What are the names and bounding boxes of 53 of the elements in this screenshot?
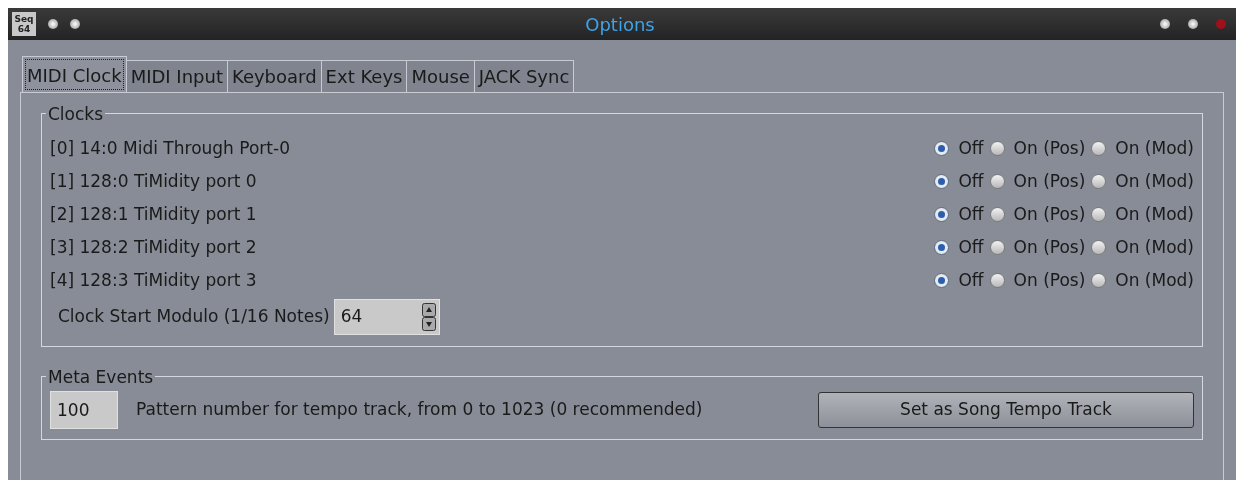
tab[interactable]: Keyboard bbox=[227, 60, 322, 93]
window-button[interactable] bbox=[70, 19, 80, 29]
tab[interactable]: MIDI Clock bbox=[22, 56, 127, 93]
radio-button[interactable] bbox=[1091, 141, 1107, 156]
port-name: [4] 128:3 TiMidity port 3 bbox=[50, 268, 258, 292]
window-button[interactable] bbox=[1160, 19, 1170, 29]
spin-arrows-icon[interactable] bbox=[421, 303, 436, 331]
window-button[interactable] bbox=[48, 19, 58, 29]
radio-label[interactable]: Off bbox=[958, 135, 984, 162]
radio-label[interactable]: On (Pos) bbox=[1013, 267, 1086, 294]
radio-button[interactable] bbox=[1091, 207, 1107, 222]
radio-button[interactable] bbox=[1091, 240, 1107, 255]
radio-button[interactable] bbox=[989, 207, 1005, 222]
radio-button[interactable] bbox=[934, 273, 950, 288]
radio-label[interactable]: Off bbox=[958, 168, 984, 195]
window-button[interactable] bbox=[1188, 19, 1198, 29]
radio-label[interactable]: On (Pos) bbox=[1013, 201, 1086, 228]
radio-label[interactable]: On (Pos) bbox=[1013, 234, 1086, 261]
spin-box[interactable]: 64 bbox=[333, 299, 440, 335]
window-title: Options bbox=[584, 12, 656, 37]
radio-button[interactable] bbox=[1091, 174, 1107, 189]
field-label: Clock Start Modulo (1/16 Notes) bbox=[58, 305, 330, 329]
radio-label[interactable]: On (Mod) bbox=[1115, 135, 1194, 162]
port-name: [1] 128:0 TiMidity port 0 bbox=[50, 169, 258, 193]
radio-label[interactable]: On (Mod) bbox=[1115, 201, 1194, 228]
close-button[interactable] bbox=[1216, 19, 1226, 29]
radio-button[interactable] bbox=[989, 174, 1005, 189]
port-name: [3] 128:2 TiMidity port 2 bbox=[50, 235, 258, 259]
radio-button[interactable] bbox=[989, 141, 1005, 156]
radio-label[interactable]: On (Pos) bbox=[1013, 135, 1086, 162]
app-icon: Seq 64 bbox=[12, 12, 36, 36]
radio-label[interactable]: Off bbox=[958, 267, 984, 294]
radio-button[interactable] bbox=[934, 174, 950, 189]
tab[interactable]: Mouse bbox=[406, 60, 475, 93]
set-tempo-button[interactable]: Set as Song Tempo Track bbox=[818, 392, 1194, 428]
radio-button[interactable] bbox=[1091, 273, 1107, 288]
radio-label[interactable]: Off bbox=[958, 201, 984, 228]
radio-label[interactable]: On (Pos) bbox=[1013, 168, 1086, 195]
field-description: Pattern number for tempo track, from 0 to 1023 (0 recommended) bbox=[136, 398, 703, 422]
tab[interactable]: JACK Sync bbox=[473, 60, 575, 93]
radio-button[interactable] bbox=[989, 240, 1005, 255]
radio-button[interactable] bbox=[934, 207, 950, 222]
input-field[interactable]: 100 bbox=[50, 391, 118, 429]
radio-button[interactable] bbox=[989, 273, 1005, 288]
radio-label[interactable]: On (Mod) bbox=[1115, 234, 1194, 261]
radio-button[interactable] bbox=[934, 240, 950, 255]
port-name: [2] 128:1 TiMidity port 1 bbox=[50, 202, 258, 226]
port-name: [0] 14:0 Midi Through Port-0 bbox=[50, 136, 291, 160]
radio-label[interactable]: On (Mod) bbox=[1115, 267, 1194, 294]
radio-label[interactable]: On (Mod) bbox=[1115, 168, 1194, 195]
tab[interactable]: MIDI Input bbox=[125, 60, 228, 93]
radio-button[interactable] bbox=[934, 141, 950, 156]
radio-label[interactable]: Off bbox=[958, 234, 984, 261]
